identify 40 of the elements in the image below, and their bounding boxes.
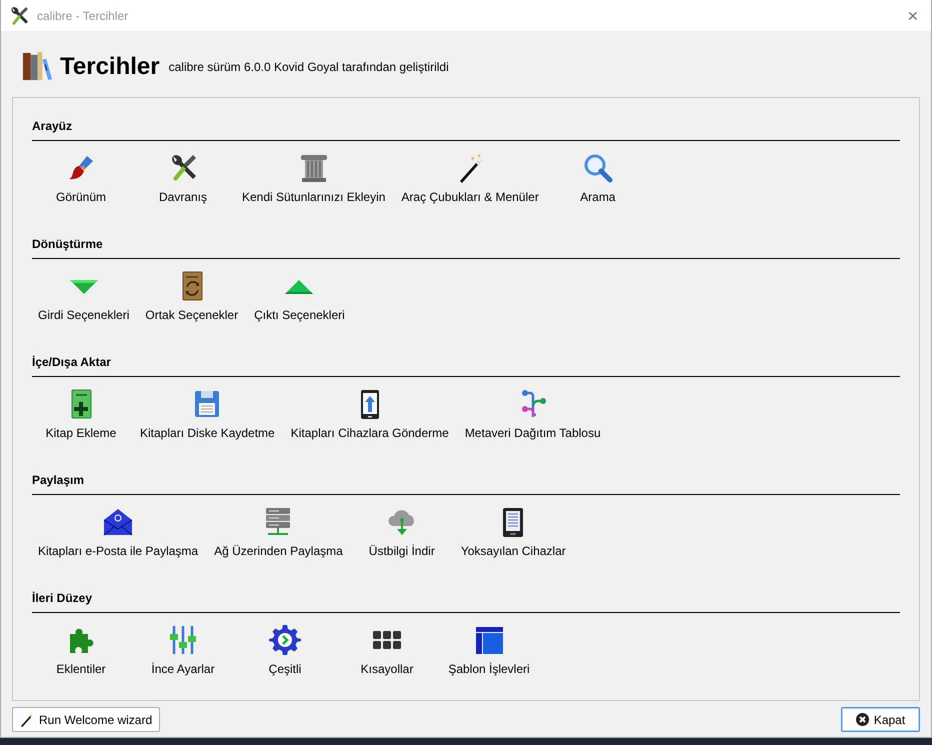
preference-item[interactable]: Yoksayılan Cihazlar — [456, 506, 570, 559]
preference-item[interactable]: Şablon İşlevleri — [442, 624, 536, 677]
section-heading: İçe/Dışa Aktar — [32, 354, 112, 370]
preference-item[interactable]: Kitapları e-Posta ile Paylaşma — [34, 506, 202, 559]
preference-item[interactable]: Görünüm — [34, 152, 128, 205]
preference-item[interactable]: Arama — [550, 152, 645, 205]
preference-item[interactable]: Çıktı Seçenekleri — [250, 270, 349, 323]
page-title: Tercihler — [60, 52, 160, 82]
wizard-button[interactable]: Run Welcome wizard — [12, 707, 160, 732]
wand-icon — [20, 712, 34, 726]
preference-item[interactable]: Kendi Sütunlarınızı Ekleyin — [238, 152, 390, 205]
gear-icon — [269, 624, 301, 656]
preference-item[interactable]: Kitap Ekleme — [34, 388, 128, 441]
preference-item[interactable]: Çeşitli — [238, 624, 332, 677]
preference-item[interactable]: Girdi Seçenekleri — [34, 270, 134, 323]
close-button[interactable]: Kapat — [841, 707, 920, 732]
window-title: calibre - Tercihler — [37, 8, 130, 22]
section-heading: Dönüştürme — [32, 236, 104, 252]
books-icon — [22, 51, 53, 82]
layout-icon — [473, 624, 505, 656]
version-text: calibre sürüm 6.0.0 Kovid Goyal tarafından geliştirildi — [168, 60, 449, 74]
sliders-icon — [167, 624, 199, 656]
preference-item[interactable]: Kitapları Cihazlara Gönderme — [286, 388, 453, 441]
preference-item[interactable]: Ortak Seçenekler — [141, 270, 242, 323]
preference-item[interactable]: Davranış — [136, 152, 230, 205]
preference-item[interactable]: Kısayollar — [340, 624, 434, 677]
section-heading: Paylaşım — [32, 472, 86, 488]
envelope-icon — [102, 506, 134, 538]
preference-item[interactable]: Kitapları Diske Kaydetme — [136, 388, 279, 441]
preference-item[interactable]: Eklentiler — [34, 624, 128, 677]
close-icon — [856, 713, 869, 726]
preference-item[interactable]: Metaveri Dağıtım Tablosu — [460, 388, 605, 441]
section-heading: Arayüz — [32, 118, 74, 134]
close-icon[interactable]: ✕ — [898, 8, 928, 24]
preference-item[interactable]: Araç Çubukları & Menüler — [397, 152, 543, 205]
section-heading: İleri Düzey — [32, 590, 94, 606]
search-icon — [582, 152, 614, 184]
preference-item[interactable]: İnce Ayarlar — [136, 624, 230, 677]
preference-item[interactable]: Ağ Üzerinden Paylaşma — [210, 506, 347, 559]
preference-item[interactable]: Üstbilgi İndir — [354, 506, 449, 559]
